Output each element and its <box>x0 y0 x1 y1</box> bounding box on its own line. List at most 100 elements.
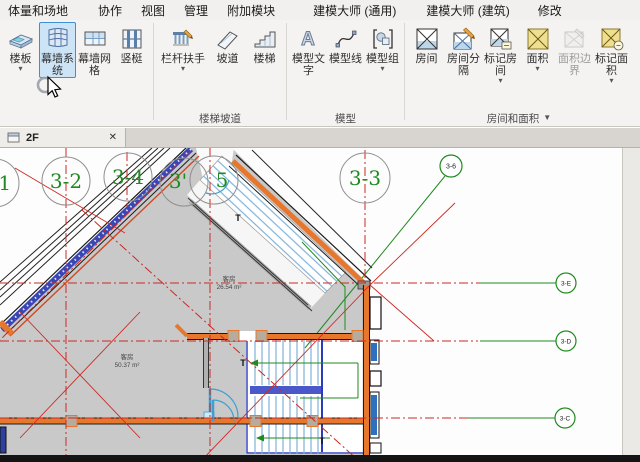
door-tag[interactable]: T <box>235 213 241 223</box>
room-separator-button[interactable]: 房间分隔 <box>445 22 482 78</box>
menu-tab-manage[interactable]: 管理 <box>184 2 208 19</box>
curtain-grid-button[interactable]: 幕墙网格 <box>76 22 113 78</box>
menu-tab-view[interactable]: 视图 <box>141 2 165 19</box>
stair-button[interactable]: 楼梯 <box>246 22 283 66</box>
view-tab-bar: 2F ✕ <box>0 128 640 148</box>
ribbon-separator <box>404 23 405 120</box>
model-line-label: 模型线 <box>329 53 362 65</box>
menu-tab-addins[interactable]: 附加模块 <box>227 2 275 19</box>
tag-room-button[interactable]: 标记房间 ▾ <box>482 22 519 86</box>
ramp-button[interactable]: 坡道 <box>209 22 246 66</box>
curtain-system-label: 幕墙系统 <box>41 53 74 77</box>
east-wall[interactable] <box>362 285 382 455</box>
room-separator-icon <box>453 27 475 50</box>
ribbon-group-model-label: 模型 <box>335 112 356 125</box>
ribbon-group-stairs-ramps-label: 楼梯坡道 <box>199 112 241 125</box>
ramp-label: 坡道 <box>216 53 239 65</box>
revit-window: 体量和场地 协作 视图 管理 附加模块 建模大师 (通用) 建模大师 (建筑) … <box>0 0 640 462</box>
railing-icon <box>173 29 193 46</box>
grid-bubble-3-4[interactable]: 3-4 <box>103 152 153 202</box>
area-boundary-icon <box>564 28 584 48</box>
dropdown-arrow-icon[interactable]: ▾ <box>609 77 613 85</box>
svg-text:3-E: 3-E <box>561 280 572 287</box>
curtain-system-icon <box>48 28 67 47</box>
tag-area-icon <box>601 28 623 51</box>
ribbon-group-room-area: 房间 房间分隔 标记房间 ▾ 面积 ▾ 面积边界 标记面积 ▾ 房间和面积 ▼ <box>406 20 632 126</box>
curtain-grid-icon <box>84 31 105 46</box>
ribbon-separator <box>153 23 154 120</box>
mullion-button[interactable]: 竖梃 <box>113 22 150 66</box>
stair-label: 楼梯 <box>253 53 276 65</box>
svg-text:5: 5 <box>216 168 229 192</box>
grid-bubble-3-6[interactable]: 3-6 <box>439 154 463 178</box>
model-text-icon: A <box>300 29 315 51</box>
ribbon-group-model: A 模型文字 模型线 模型组 ▾ 模型 <box>288 20 403 126</box>
grid-bubble-3-c[interactable]: 3-C <box>554 407 576 429</box>
menu-tab-modeling-master-arch[interactable]: 建模大师 (建筑) <box>426 2 509 19</box>
curtain-grid-label: 幕墙网格 <box>78 53 111 77</box>
grid-bubble-3-3[interactable]: 3-3 <box>339 152 391 204</box>
model-text-label: 模型文字 <box>292 53 325 77</box>
room-name[interactable]: 客房 <box>121 352 134 361</box>
door-tag[interactable]: T <box>319 436 325 446</box>
ribbon-group-room-area-label[interactable]: 房间和面积 ▼ <box>408 110 630 126</box>
dropdown-arrow-icon[interactable]: ▾ <box>181 65 185 73</box>
dropdown-arrow-icon[interactable]: ▾ <box>18 65 22 73</box>
stair-icon <box>254 31 275 48</box>
floor-button[interactable]: 楼板 ▾ <box>2 22 39 74</box>
door-tag[interactable]: T <box>240 358 246 368</box>
menu-tab-massing-site[interactable]: 体量和场地 <box>8 2 68 19</box>
drawing-canvas[interactable]: T T T 客房 26.54 m² 客房 50.37 m² 3-1 3-2 <box>0 148 622 455</box>
room-area[interactable]: 50.37 m² <box>115 362 140 369</box>
ribbon-group-build: 楼板 ▾ 幕墙系统 幕墙网格 竖梃 <box>0 20 152 126</box>
dropdown-arrow-icon[interactable]: ▾ <box>498 77 502 85</box>
curtain-system-button[interactable]: 幕墙系统 <box>39 22 76 78</box>
tag-room-label: 标记房间 <box>484 53 517 77</box>
room-area-panel-title: 房间和面积 <box>486 112 540 125</box>
canvas-right-gutter <box>622 148 640 455</box>
menu-tab-modeling-master-general[interactable]: 建模大师 (通用) <box>313 2 396 19</box>
grid-bubble-3-e[interactable]: 3-E <box>555 272 577 294</box>
svg-text:3-1: 3-1 <box>0 171 11 195</box>
view-document-icon <box>7 132 20 143</box>
ribbon-group-build-label <box>2 110 150 126</box>
grid-ref-bubbles: 3-6 3-E 3-D 3-C <box>439 154 577 429</box>
area-boundary-label: 面积边界 <box>558 53 591 77</box>
close-icon[interactable]: ✕ <box>109 132 117 143</box>
room-name[interactable]: 客房 <box>223 274 236 283</box>
view-tab-label: 2F <box>26 131 39 144</box>
area-boundary-button: 面积边界 <box>556 22 593 78</box>
room-separator-label: 房间分隔 <box>447 53 480 77</box>
room-label: 房间 <box>415 53 438 65</box>
model-line-button[interactable]: 模型线 <box>327 22 364 66</box>
menu-tab-collaborate[interactable]: 协作 <box>98 2 122 19</box>
svg-text:3-D: 3-D <box>561 338 572 345</box>
view-tab-2f[interactable]: 2F ✕ <box>0 128 126 147</box>
dropdown-arrow-icon[interactable]: ▾ <box>535 65 539 73</box>
svg-text:3-4: 3-4 <box>112 165 144 189</box>
room-area[interactable]: 26.54 m² <box>217 284 242 291</box>
model-line-icon <box>335 30 356 48</box>
model-group-icon <box>372 29 393 49</box>
ribbon: 楼板 ▾ 幕墙系统 幕墙网格 竖梃 栏杆扶手 ▾ 坡道 楼梯 楼梯坡道 A 模型… <box>0 20 640 127</box>
model-group-button[interactable]: 模型组 ▾ <box>364 22 401 74</box>
floor-plan-2f: T T T 客房 26.54 m² 客房 50.37 m² 3-1 3-2 <box>0 148 577 455</box>
tag-area-button[interactable]: 标记面积 ▾ <box>593 22 630 86</box>
area-icon <box>527 28 548 50</box>
railing-button[interactable]: 栏杆扶手 ▾ <box>157 22 209 74</box>
ribbon-separator <box>286 23 287 120</box>
svg-text:3-C: 3-C <box>560 415 571 422</box>
svg-text:3-6: 3-6 <box>446 163 456 170</box>
window-bottom-edge <box>0 455 640 462</box>
tag-room-icon <box>490 28 511 50</box>
ramp-icon <box>216 31 238 50</box>
grid-bubble-3-1[interactable]: 3-1 <box>0 159 20 207</box>
room-button[interactable]: 房间 <box>408 22 445 66</box>
panel-dropdown-arrow-icon[interactable]: ▼ <box>543 114 551 122</box>
grid-bubble-3-d[interactable]: 3-D <box>555 330 577 352</box>
area-button[interactable]: 面积 ▾ <box>519 22 556 74</box>
model-text-button[interactable]: A 模型文字 <box>290 22 327 78</box>
dropdown-arrow-icon[interactable]: ▾ <box>380 65 384 73</box>
mullion-label: 竖梃 <box>120 53 143 65</box>
menu-tab-modify[interactable]: 修改 <box>538 2 562 19</box>
